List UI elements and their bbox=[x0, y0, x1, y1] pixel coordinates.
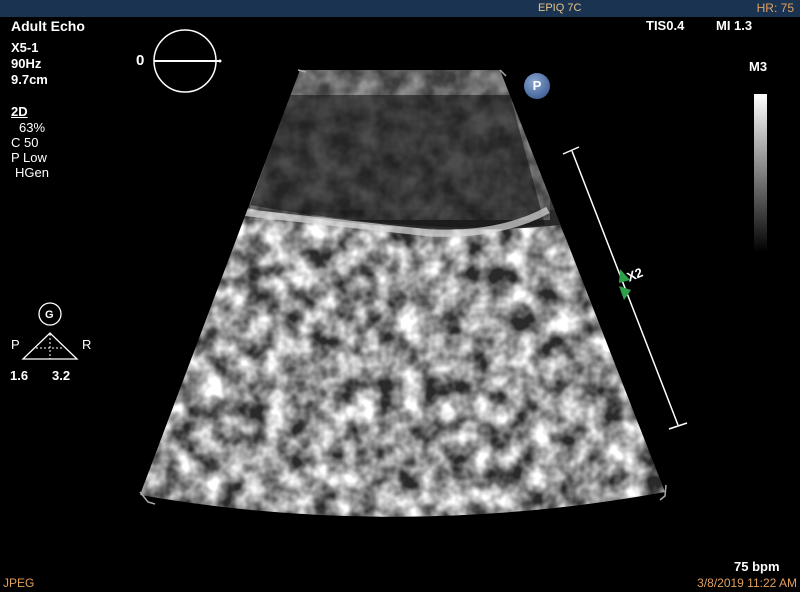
preset-label: Adult Echo bbox=[11, 18, 85, 34]
mi-readout: MI 1.3 bbox=[716, 18, 753, 33]
rotation-angle: 0 bbox=[136, 52, 145, 69]
ultrasound-scan-sector bbox=[21, 29, 688, 517]
product-name: EPIQ 7C bbox=[538, 2, 582, 14]
map-label: M3 bbox=[749, 59, 768, 74]
tis-readout: TIS0.4 bbox=[646, 18, 685, 33]
r-label: R bbox=[82, 337, 92, 352]
frequency-value: HGen bbox=[15, 165, 49, 180]
g-label: G bbox=[45, 309, 54, 321]
mode-2d-title: 2D bbox=[11, 104, 28, 119]
heart-rate-readout: HR: 75 bbox=[756, 1, 794, 15]
top-status-bar: EPIQ 7C HR: 75 bbox=[0, 0, 800, 17]
image-format-label: JPEG bbox=[3, 576, 35, 590]
bpm-readout: 75 bpm bbox=[734, 559, 780, 574]
gain-value: 63% bbox=[19, 120, 46, 135]
datetime-label: 3/8/2019 11:22 AM bbox=[697, 576, 797, 590]
p-label: P bbox=[11, 337, 20, 352]
grayscale-bar bbox=[754, 94, 767, 252]
power-value: P Low bbox=[11, 150, 47, 165]
frame-rate-label: 90Hz bbox=[11, 56, 42, 71]
probe-label: X5-1 bbox=[11, 40, 39, 55]
philips-p-icon: P bbox=[524, 73, 550, 99]
compression-value: C 50 bbox=[11, 135, 39, 150]
depth-label: 9.7cm bbox=[11, 72, 48, 87]
orientation-right-value: 3.2 bbox=[52, 368, 71, 383]
orientation-left-value: 1.6 bbox=[10, 368, 29, 383]
